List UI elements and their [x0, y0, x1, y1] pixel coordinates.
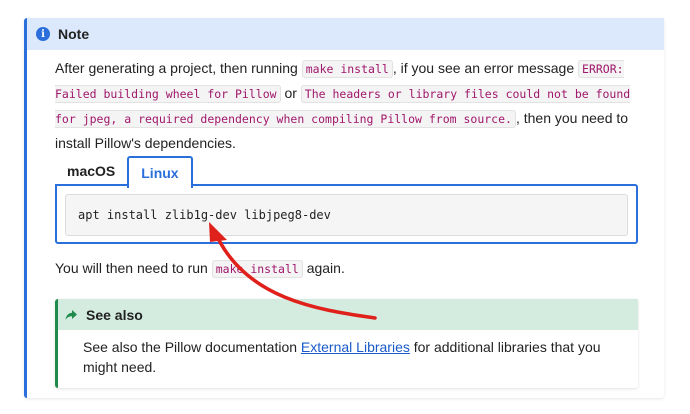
- note-paragraph: After generating a project, then running…: [55, 56, 640, 155]
- tab-macos[interactable]: macOS: [55, 156, 127, 186]
- para-text: After generating a project, then running: [55, 60, 302, 76]
- code-block[interactable]: apt install zlib1g-dev libjpeg8-dev: [65, 194, 628, 236]
- note-title: Note: [58, 26, 90, 42]
- tab-panel-linux: apt install zlib1g-dev libjpeg8-dev: [55, 184, 638, 244]
- see-also-body: See also the Pillow documentation Extern…: [83, 337, 623, 377]
- code-text: apt install zlib1g-dev libjpeg8-dev: [78, 208, 331, 222]
- para-text: You will then need to run: [55, 260, 212, 276]
- note-header: i Note: [27, 18, 664, 50]
- external-libraries-link[interactable]: External Libraries: [301, 339, 410, 355]
- tab-linux[interactable]: Linux: [127, 156, 193, 188]
- os-tabs: macOS Linux: [55, 156, 193, 188]
- note-paragraph-2: You will then need to run make install a…: [55, 256, 640, 281]
- para-text: , if you see an error message: [392, 60, 579, 76]
- info-icon: i: [36, 27, 50, 41]
- see-also-header: See also: [58, 299, 638, 330]
- see-also-text: See also the Pillow documentation: [83, 339, 301, 355]
- inline-code: make install: [211, 260, 303, 278]
- inline-code: make install: [301, 60, 393, 78]
- para-text: again.: [302, 260, 345, 276]
- note-admonition: i Note After generating a project, then …: [24, 18, 664, 398]
- see-also-title: See also: [86, 306, 143, 323]
- para-text: or: [280, 85, 301, 101]
- see-also-admonition: See also See also the Pillow documentati…: [55, 299, 638, 388]
- share-arrow-icon: [64, 308, 78, 322]
